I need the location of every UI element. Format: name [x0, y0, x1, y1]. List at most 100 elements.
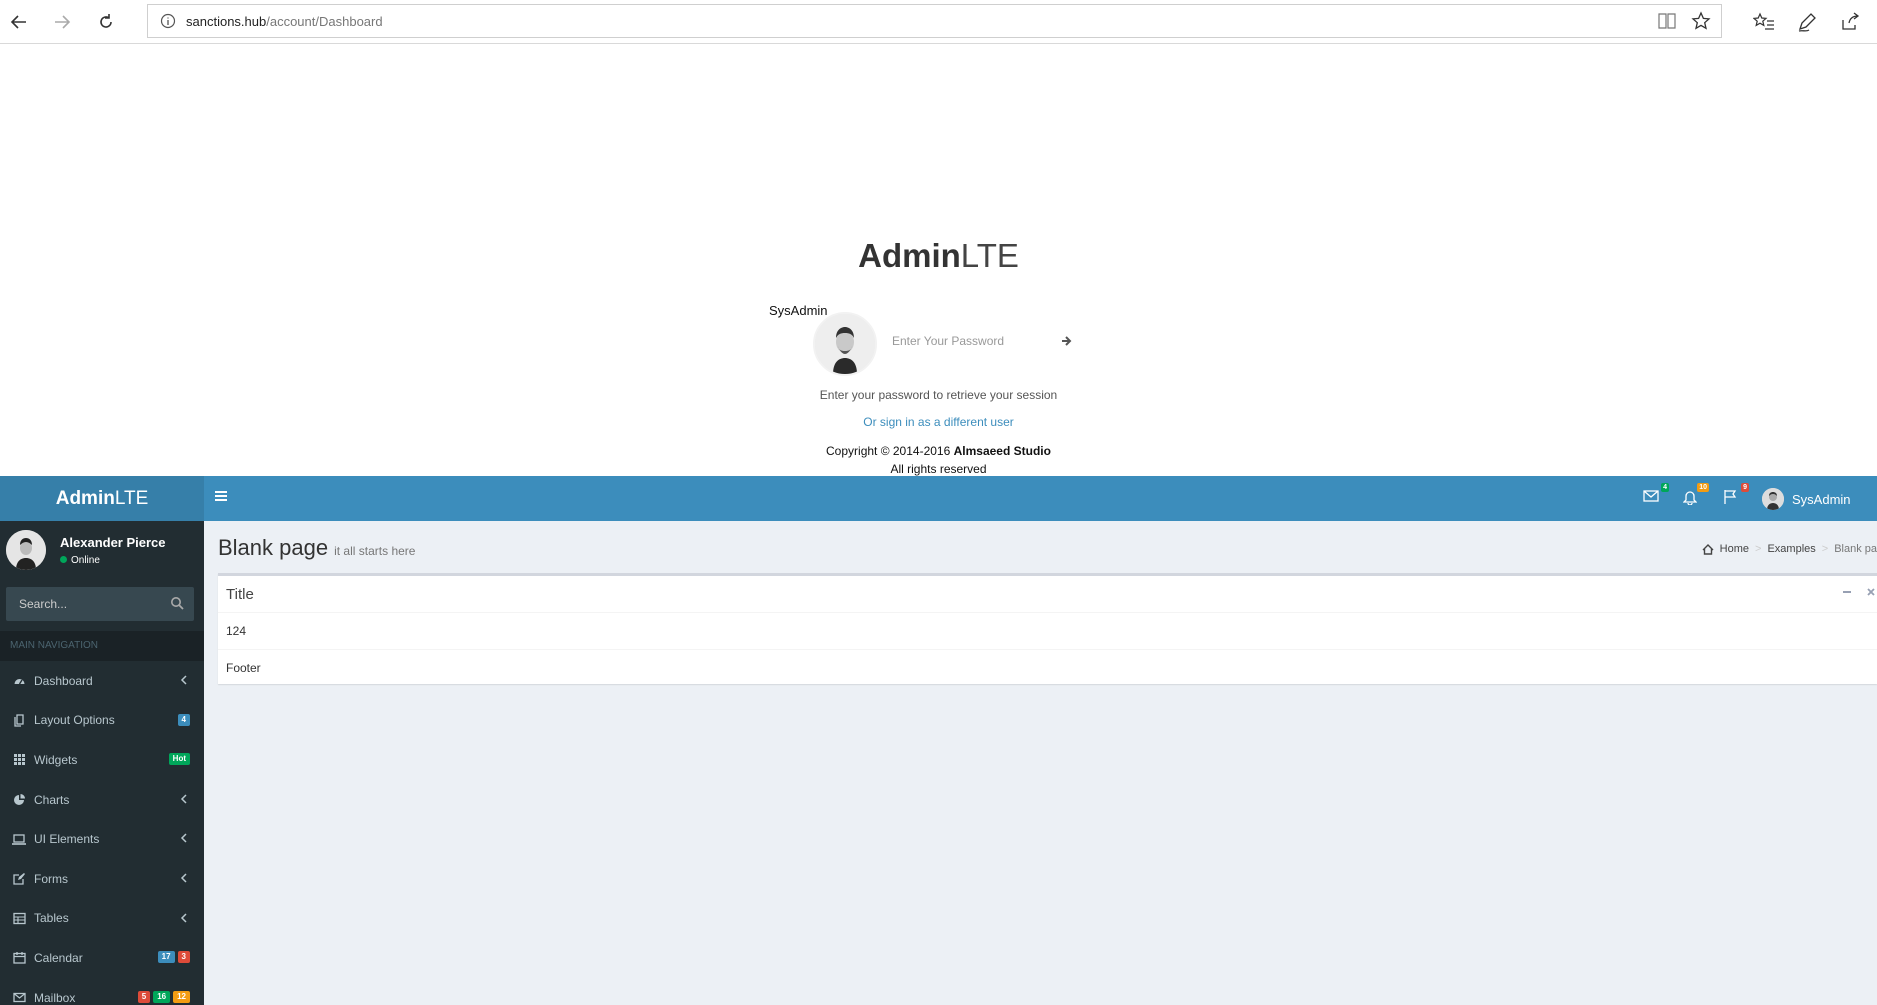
share-button[interactable] — [1837, 9, 1863, 35]
copyright-text: Copyright © 2014-2016 — [826, 444, 954, 458]
user-menu[interactable]: SysAdmin — [1762, 488, 1851, 510]
sidebar-item-label: Calendar — [34, 950, 83, 965]
edit-icon — [12, 872, 26, 886]
laptop-icon — [12, 832, 26, 846]
bell-icon — [1682, 491, 1698, 506]
sidebar-toggle-button[interactable] — [214, 489, 232, 507]
lockscreen-submit-button[interactable] — [1055, 329, 1079, 353]
web-note-button[interactable] — [1794, 9, 1820, 35]
tasks-badge: 9 — [1741, 483, 1749, 492]
box-title: Title — [226, 586, 254, 603]
favorite-star-icon[interactable] — [1691, 11, 1711, 31]
user-status-label: Online — [71, 555, 100, 566]
chevron-left-icon — [180, 833, 187, 843]
box-tools — [1841, 586, 1877, 598]
lockscreen-footer: Copyright © 2014-2016 Almsaeed Studio Al… — [0, 442, 1877, 478]
chevron-left-icon — [180, 913, 187, 923]
badge-group: 4 — [177, 713, 190, 726]
sidebar-item-dashboard[interactable]: Dashboard — [0, 661, 204, 701]
tasks-menu[interactable]: 9 — [1723, 483, 1749, 509]
lockscreen-password-input[interactable] — [880, 326, 1080, 356]
lockscreen: AdminLTE SysAdmin Enter your password to… — [0, 44, 1877, 476]
box-footer: Footer — [218, 649, 1877, 684]
main-header: AdminLTE 4 10 9 SysAdmin — [0, 476, 1877, 521]
browser-toolbar: sanctions.hub/account/Dashboard — [0, 0, 1877, 44]
sidebar-user-name: Alexander Pierce — [60, 535, 166, 550]
reading-view-icon[interactable] — [1657, 12, 1677, 30]
address-bar[interactable]: sanctions.hub/account/Dashboard — [147, 4, 1722, 38]
forward-button[interactable] — [49, 9, 75, 35]
user-status[interactable]: Online — [60, 555, 100, 566]
sign-in-different-user-link[interactable]: Or sign in as a different user — [0, 415, 1877, 429]
info-icon[interactable] — [160, 13, 176, 29]
sidebar-item-label: Widgets — [34, 752, 78, 767]
sidebar-menu: Dashboard Layout Options 4 Widgets Hot C… — [0, 661, 204, 1005]
flag-icon — [1724, 490, 1737, 504]
badge-group: Hot — [168, 753, 190, 766]
sidebar-item-charts[interactable]: Charts — [0, 780, 204, 820]
lockscreen-logo[interactable]: AdminLTE — [0, 237, 1877, 275]
close-icon — [1867, 588, 1875, 596]
sidebar-item-label: UI Elements — [34, 832, 100, 847]
sidebar-user-panel: Alexander Pierce Online — [0, 521, 204, 581]
badge-group: 17 3 — [157, 951, 190, 964]
chevron-left-icon — [180, 675, 187, 685]
sidebar-item-tables[interactable]: Tables — [0, 899, 204, 939]
header-user-avatar — [1762, 488, 1784, 510]
lockscreen-help-text: Enter your password to retrieve your ses… — [819, 388, 1058, 402]
sidebar-search-form — [6, 587, 194, 621]
breadcrumb-examples-link[interactable]: Examples — [1767, 543, 1815, 555]
back-button[interactable] — [6, 9, 32, 35]
table-icon — [12, 911, 26, 925]
page-title: Blank page it all starts here — [218, 535, 415, 561]
breadcrumb-separator: > — [1755, 543, 1762, 555]
messages-badge: 4 — [1661, 483, 1669, 492]
count-badge: 12 — [173, 990, 190, 1003]
lockscreen-username: SysAdmin — [769, 303, 828, 318]
favorites-hub-button[interactable] — [1751, 9, 1777, 35]
grid-icon — [12, 753, 26, 767]
sidebar-item-forms[interactable]: Forms — [0, 859, 204, 899]
avatar-person-icon — [1762, 488, 1784, 510]
sidebar-search-button[interactable] — [170, 596, 186, 612]
badge-group: 5 16 12 — [137, 990, 190, 1003]
sidebar-item-widgets[interactable]: Widgets Hot — [0, 740, 204, 780]
chevron-left-icon — [180, 794, 187, 804]
url-text[interactable]: sanctions.hub/account/Dashboard — [186, 14, 383, 29]
sidebar-item-ui-elements[interactable]: UI Elements — [0, 819, 204, 859]
copyright-company-link[interactable]: Almsaeed Studio — [954, 444, 1051, 458]
brand-light: LTE — [114, 488, 149, 509]
sidebar-search-input[interactable] — [6, 587, 156, 621]
sidebar-item-layout-options[interactable]: Layout Options 4 — [0, 701, 204, 741]
breadcrumb-home-link[interactable]: Home — [1720, 543, 1749, 555]
url-host: sanctions.hub — [186, 14, 267, 29]
copyright-line: Copyright © 2014-2016 Almsaeed Studio — [0, 442, 1877, 460]
page-subtitle: it all starts here — [334, 544, 416, 558]
sidebar-item-label: Dashboard — [34, 673, 93, 688]
dashboard-icon — [12, 674, 26, 688]
pen-icon — [1798, 13, 1816, 32]
sidebar-item-calendar[interactable]: Calendar 17 3 — [0, 938, 204, 978]
sidebar-item-mailbox[interactable]: Mailbox 5 16 12 — [0, 978, 204, 1005]
main-sidebar: Alexander Pierce Online MAIN NAVIGATION … — [0, 521, 204, 1005]
header-user-name: SysAdmin — [1792, 491, 1851, 507]
sidebar-item-label: Layout Options — [34, 713, 115, 728]
avatar-person-icon — [815, 314, 875, 374]
header-logo[interactable]: AdminLTE — [0, 476, 204, 521]
notifications-menu[interactable]: 10 — [1682, 483, 1709, 509]
count-badge: 3 — [177, 951, 190, 964]
refresh-button[interactable] — [93, 9, 119, 35]
sidebar-item-label: Forms — [34, 871, 68, 886]
back-arrow-icon — [10, 15, 26, 29]
files-icon — [12, 713, 26, 727]
refresh-icon — [100, 14, 112, 28]
remove-box-button[interactable] — [1865, 586, 1877, 598]
avatar-person-icon — [6, 530, 46, 570]
favorites-list-icon — [1753, 12, 1774, 30]
box-body: 124 — [218, 612, 1877, 649]
collapse-box-button[interactable] — [1841, 586, 1853, 598]
hamburger-icon — [215, 491, 227, 501]
sidebar-item-label: Tables — [34, 911, 69, 926]
calendar-icon — [12, 951, 26, 965]
messages-menu[interactable]: 4 — [1643, 483, 1669, 509]
